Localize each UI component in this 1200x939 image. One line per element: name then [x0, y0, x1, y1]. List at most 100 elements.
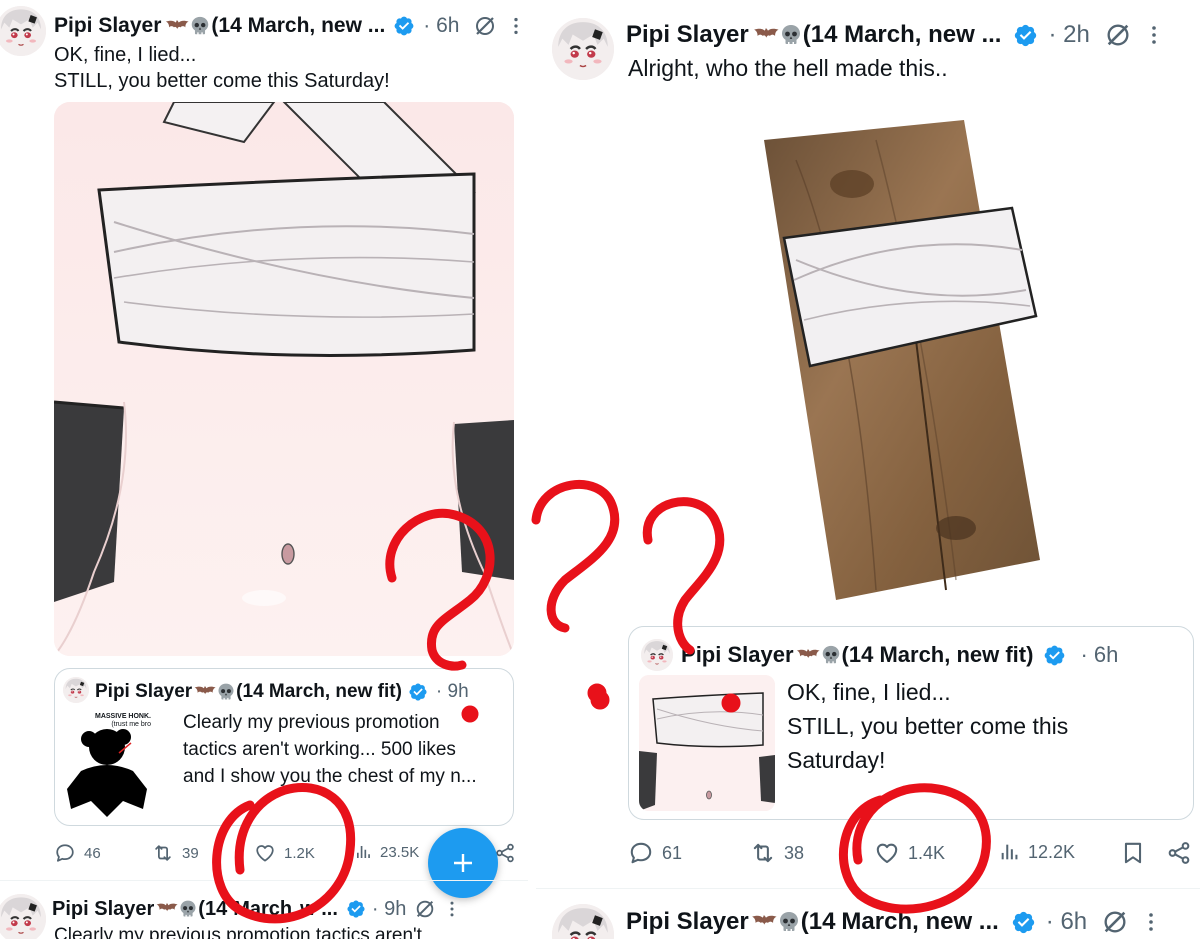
quoted-tweet-text: Clearly my previous promotion tactics ar…: [183, 709, 477, 790]
more-vertical-icon[interactable]: [1139, 910, 1163, 934]
tweet-header: Pipi Slayer (14 March w ... · 9h: [52, 896, 462, 922]
more-vertical-icon[interactable]: [442, 899, 462, 919]
quoted-tweet-text: OK, fine, I lied... STILL, you better co…: [787, 675, 1068, 777]
skull-emoji-icon: [820, 644, 842, 666]
retweet-button[interactable]: 39: [152, 842, 199, 864]
author-avatar[interactable]: [552, 18, 614, 80]
author-name-suffix[interactable]: (14: [801, 908, 836, 936]
author-name-suffix[interactable]: March: [233, 898, 292, 921]
reply-button[interactable]: 46: [54, 842, 101, 864]
quoted-author-name-suffix: (14 March, new fit): [841, 642, 1034, 667]
heart-icon: [874, 840, 900, 866]
author-name-suffix[interactable]: March, new ...: [841, 908, 998, 936]
like-button[interactable]: 1.4K: [874, 840, 945, 866]
view-count: 12.2K: [1028, 841, 1076, 862]
tweet-divider: [536, 888, 1200, 889]
tweet-time[interactable]: · 6h: [423, 14, 459, 38]
bat-emoji-icon: [751, 26, 779, 44]
retweet-count: 38: [784, 842, 805, 863]
reply-button[interactable]: 61: [628, 840, 682, 866]
author-avatar[interactable]: [0, 894, 46, 939]
quoted-author-name-suffix: (14 March, new fit): [236, 681, 402, 702]
views-icon: [998, 840, 1020, 864]
tweet-time[interactable]: · 6h: [1046, 908, 1087, 936]
grok-icon[interactable]: [414, 898, 436, 920]
quoted-tweet-card[interactable]: P ipi Slayer (14 March, new fit) · 6h OK…: [628, 626, 1194, 820]
quoted-text-line: and I show you the chest of my n...: [183, 766, 477, 787]
tweet-media-image[interactable]: [54, 102, 514, 656]
tweet-text-line: STILL, you better come this Saturday!: [54, 70, 390, 92]
panel-divider: [528, 0, 536, 939]
quoted-text-line: Saturday!: [787, 747, 886, 773]
bat-emoji-icon: [163, 18, 189, 35]
like-count: 1.2K: [284, 844, 315, 862]
author-name-suffix[interactable]: (14: [198, 898, 227, 921]
grok-icon[interactable]: [473, 14, 497, 38]
reply-icon: [54, 842, 76, 864]
tweet-media-image[interactable]: [756, 110, 1046, 610]
quoted-tweet-time: · 6h: [1080, 642, 1119, 667]
retweet-button[interactable]: 38: [750, 840, 804, 866]
tweet-header: Pipi Slayer (14 March, new ... · 2h: [626, 20, 1166, 50]
quoted-tweet-card[interactable]: Pipi Slayer (14 March, new fit) · 9h MAS…: [54, 668, 514, 826]
more-vertical-icon[interactable]: [505, 15, 527, 37]
left-screenshot: Pipi Slayer (14 March, new ... · 6h OK, …: [0, 0, 528, 939]
grok-icon[interactable]: [1104, 21, 1132, 49]
tweet-text: Clearly my previous promotion tactics ar…: [54, 925, 422, 939]
thumbnail-caption-line: MASSIVE HONK.: [94, 713, 151, 720]
quoted-tweet-header: P ipi Slayer (14 March, new fit) · 6h: [681, 641, 1118, 669]
quoted-text-line: STILL, you better come this: [787, 713, 1069, 739]
verified-badge-icon: [1011, 910, 1036, 935]
more-vertical-icon[interactable]: [1142, 23, 1166, 47]
author-name[interactable]: Pipi Slayer: [54, 14, 161, 38]
bat-emoji-icon: [794, 647, 820, 664]
author-name[interactable]: Pipi Slayer: [626, 908, 749, 936]
retweet-icon: [152, 842, 174, 864]
verified-badge-icon: [346, 899, 366, 919]
bandaged-plank-image: [764, 120, 1040, 600]
views-icon: [354, 842, 372, 862]
bat-emoji-icon: [749, 913, 777, 931]
bookmark-icon[interactable]: [1120, 840, 1146, 866]
views-button[interactable]: 23.5K: [354, 842, 419, 862]
like-button[interactable]: 1.2K: [254, 842, 315, 864]
quoted-text-line: OK, fine, I lied...: [787, 679, 951, 705]
retweet-icon: [750, 840, 776, 866]
reply-count: 61: [662, 842, 683, 863]
verified-badge-icon: [1043, 644, 1066, 667]
heart-icon: [254, 842, 276, 864]
compose-plus-icon: [454, 854, 472, 872]
skull-emoji-icon: [779, 23, 803, 47]
author-name[interactable]: Pipi Slayer: [52, 898, 154, 921]
reply-icon: [628, 840, 654, 866]
quoted-author-name: ipi Slayer: [695, 642, 794, 667]
compose-button[interactable]: [428, 828, 498, 898]
quoted-media-thumbnail: [639, 675, 775, 811]
like-count: 1.4K: [908, 842, 946, 863]
verified-badge-icon: [408, 682, 428, 702]
author-name-suffix[interactable]: (14 March, new ...: [211, 14, 385, 38]
quoted-author-avatar: [63, 677, 89, 703]
thumbnail-caption: MASSIVE HONK. (trust me bro: [95, 713, 151, 728]
author-avatar[interactable]: [0, 6, 46, 56]
quoted-media-thumbnail: MASSIVE HONK. (trust me bro: [63, 709, 153, 819]
tweet-time[interactable]: · 2h: [1048, 21, 1089, 49]
quoted-text-line: tactics aren't working... 500 likes: [183, 739, 456, 760]
author-name[interactable]: Pipi Slayer: [626, 21, 749, 49]
views-button[interactable]: 12.2K: [998, 840, 1075, 864]
tweet-header: Pipi Slayer (14 March, new ... · 6h: [626, 907, 1163, 937]
quoted-author-initial: P: [681, 642, 696, 667]
verified-badge-icon: [1013, 23, 1038, 48]
skull-emoji-icon: [777, 910, 801, 934]
skull-emoji-icon: [178, 899, 198, 919]
author-name-suffix[interactable]: (14 March, new ...: [803, 21, 1002, 49]
tweet-text: OK, fine, I lied... STILL, you better co…: [54, 42, 390, 94]
share-icon[interactable]: [1166, 840, 1192, 866]
thumbnail-caption-line: (trust me bro: [111, 720, 151, 728]
author-name-suffix[interactable]: w ...: [300, 898, 338, 921]
bandaged-torso-illustration: [54, 102, 514, 656]
tweet-time[interactable]: · 9h: [372, 898, 406, 921]
tweet-text-line: OK, fine, I lied...: [54, 44, 197, 66]
author-avatar[interactable]: [552, 904, 614, 939]
grok-icon[interactable]: [1101, 908, 1129, 936]
